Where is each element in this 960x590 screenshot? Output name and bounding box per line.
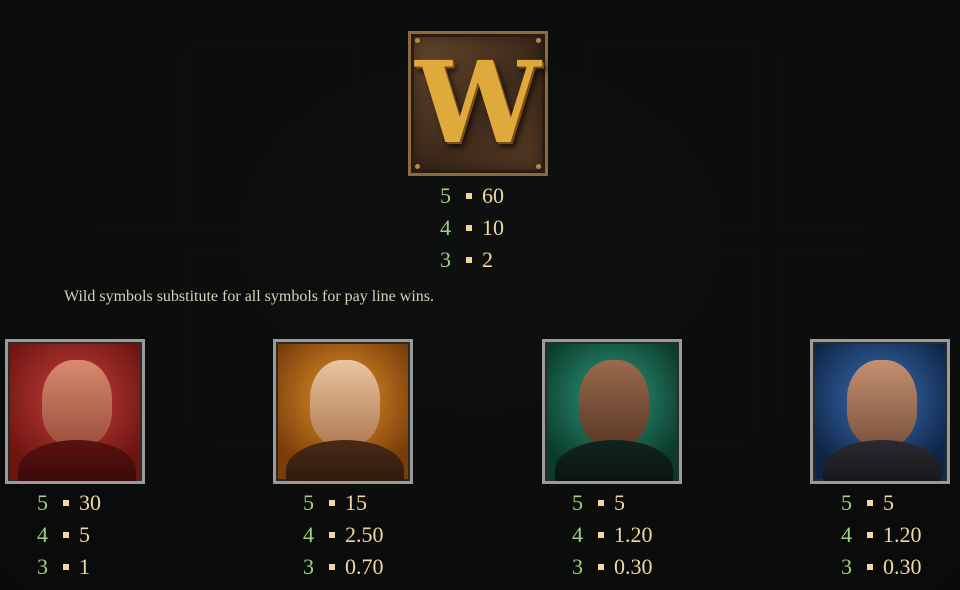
- pay-count: 4: [303, 522, 314, 547]
- pay-count: 5: [440, 183, 451, 208]
- bullet-icon: [466, 257, 472, 263]
- pay-row: 55: [572, 487, 653, 519]
- pay-row: 55: [841, 487, 922, 519]
- bullet-icon: [329, 532, 335, 538]
- bullet-icon: [329, 500, 335, 506]
- portrait-body: [286, 440, 404, 481]
- red-warrior-icon: [5, 339, 145, 484]
- pay-count: 5: [37, 490, 48, 515]
- green-lady-icon: [542, 339, 682, 484]
- symbol-paytable-3: 55 4 1.20 3 0.30: [572, 487, 653, 583]
- pay-value: 30: [79, 490, 101, 515]
- pay-count: 3: [572, 554, 583, 579]
- wild-w-icon: W: [415, 38, 541, 169]
- portrait-face: [579, 360, 649, 446]
- pay-row: 4 10: [440, 212, 504, 244]
- pay-row: 45: [37, 519, 101, 551]
- pay-value: 2.50: [345, 522, 384, 547]
- pay-value: 0.30: [614, 554, 653, 579]
- blue-pirate-icon: [810, 339, 950, 484]
- pay-count: 4: [841, 522, 852, 547]
- symbol-paytable-2: 5 15 4 2.50 3 0.70: [303, 487, 384, 583]
- pay-count: 5: [303, 490, 314, 515]
- bullet-icon: [598, 532, 604, 538]
- bullet-icon: [63, 532, 69, 538]
- pay-row: 5 15: [303, 487, 384, 519]
- bullet-icon: [466, 225, 472, 231]
- pay-value: 60: [482, 183, 504, 208]
- pay-row: 3 0.30: [572, 551, 653, 583]
- bullet-icon: [598, 500, 604, 506]
- pay-row: 5 30: [37, 487, 101, 519]
- pay-count: 3: [303, 554, 314, 579]
- pay-value: 5: [614, 490, 625, 515]
- old-man-icon: [273, 339, 413, 484]
- pay-row: 5 60: [440, 180, 504, 212]
- pay-value: 1.20: [883, 522, 922, 547]
- pay-value: 1.20: [614, 522, 653, 547]
- pay-value: 15: [345, 490, 367, 515]
- pay-value: 0.70: [345, 554, 384, 579]
- pay-count: 5: [841, 490, 852, 515]
- portrait-body: [823, 440, 941, 481]
- pay-row: 4 1.20: [572, 519, 653, 551]
- pay-row: 31: [37, 551, 101, 583]
- pay-row: 3 0.30: [841, 551, 922, 583]
- bullet-icon: [867, 500, 873, 506]
- bullet-icon: [329, 564, 335, 570]
- wild-paytable: 5 60 4 10 32: [440, 180, 504, 276]
- symbol-paytable-1: 5 30 45 31: [37, 487, 101, 583]
- bullet-icon: [63, 500, 69, 506]
- bullet-icon: [867, 564, 873, 570]
- bullet-icon: [867, 532, 873, 538]
- pay-count: 4: [440, 215, 451, 240]
- pay-value: 0.30: [883, 554, 922, 579]
- portrait-face: [42, 360, 112, 446]
- portrait-body: [18, 440, 136, 481]
- portrait-face: [310, 360, 380, 446]
- pay-count: 5: [572, 490, 583, 515]
- pay-value: 5: [883, 490, 894, 515]
- bullet-icon: [466, 193, 472, 199]
- pay-value: 2: [482, 247, 493, 272]
- pay-row: 4 2.50: [303, 519, 384, 551]
- bullet-icon: [598, 564, 604, 570]
- pay-count: 4: [572, 522, 583, 547]
- pay-value: 1: [79, 554, 90, 579]
- pay-value: 10: [482, 215, 504, 240]
- bullet-icon: [63, 564, 69, 570]
- wild-description: Wild symbols substitute for all symbols …: [64, 288, 434, 305]
- portrait-body: [555, 440, 673, 481]
- pay-count: 3: [841, 554, 852, 579]
- portrait-face: [847, 360, 917, 446]
- pay-value: 5: [79, 522, 90, 547]
- pay-row: 4 1.20: [841, 519, 922, 551]
- pay-row: 3 0.70: [303, 551, 384, 583]
- pay-count: 3: [440, 247, 451, 272]
- pay-count: 3: [37, 554, 48, 579]
- symbol-paytable-4: 55 4 1.20 3 0.30: [841, 487, 922, 583]
- pay-count: 4: [37, 522, 48, 547]
- wild-symbol-tile: W: [408, 31, 548, 176]
- pay-row: 32: [440, 244, 504, 276]
